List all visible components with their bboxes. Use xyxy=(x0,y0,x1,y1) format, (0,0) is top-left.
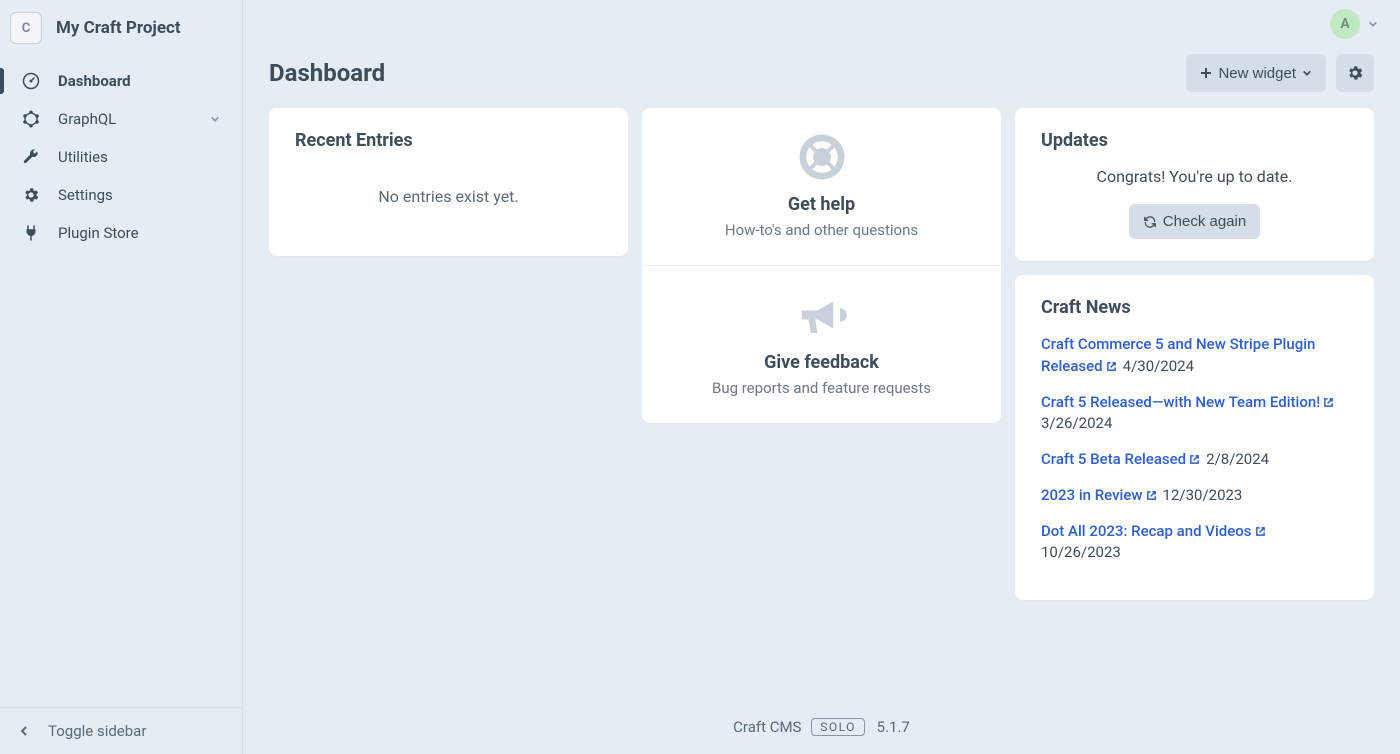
sidebar-item-utilities[interactable]: Utilities xyxy=(0,138,242,176)
life-ring-icon xyxy=(668,130,975,184)
get-help-section[interactable]: Get help How-to's and other questions xyxy=(642,108,1001,265)
news-item: Craft 5 Released—with New Team Edition! 3… xyxy=(1041,392,1348,436)
news-link[interactable]: Dot All 2023: Recap and Videos xyxy=(1041,522,1252,540)
wrench-icon xyxy=(22,148,40,166)
news-link[interactable]: 2023 in Review xyxy=(1041,486,1143,504)
news-item: Craft 5 Beta Released 2/8/2024 xyxy=(1041,449,1348,471)
sidebar-item-label: Utilities xyxy=(58,148,220,166)
plus-icon xyxy=(1200,67,1212,79)
external-link-icon xyxy=(1323,397,1334,408)
project-title: My Craft Project xyxy=(56,18,181,38)
updates-widget: Updates Congrats! You're up to date. Che… xyxy=(1015,108,1374,261)
news-link[interactable]: Craft 5 Released—with New Team Edition! xyxy=(1041,393,1320,411)
recent-entries-title: Recent Entries xyxy=(295,130,602,151)
refresh-icon xyxy=(1143,215,1157,229)
megaphone-icon xyxy=(668,288,975,342)
footer: Craft CMS SOLO 5.1.7 xyxy=(243,718,1400,736)
news-date: 10/26/2023 xyxy=(1041,543,1121,561)
updates-status-text: Congrats! You're up to date. xyxy=(1041,167,1348,186)
chevron-down-icon xyxy=(210,114,220,124)
widgets-col-2: Get help How-to's and other questions Gi… xyxy=(642,108,1001,600)
footer-version: 5.1.7 xyxy=(877,718,910,736)
sidebar-item-settings[interactable]: Settings xyxy=(0,176,242,214)
widgets-col-3: Updates Congrats! You're up to date. Che… xyxy=(1015,108,1374,600)
craft-news-title: Craft News xyxy=(1041,297,1348,318)
gear-icon xyxy=(1346,64,1364,82)
new-widget-label: New widget xyxy=(1218,65,1296,82)
plug-icon xyxy=(22,224,40,242)
sidebar-item-label: GraphQL xyxy=(58,110,192,128)
sidebar-item-plugin-store[interactable]: Plugin Store xyxy=(0,214,242,252)
check-again-label: Check again xyxy=(1163,213,1246,230)
sidebar-item-label: Plugin Store xyxy=(58,224,220,242)
external-link-icon xyxy=(1189,454,1200,465)
sidebar-item-dashboard[interactable]: Dashboard xyxy=(0,62,242,100)
chevron-left-icon xyxy=(18,725,30,737)
news-item: 2023 in Review 12/30/2023 xyxy=(1041,485,1348,507)
sidebar-nav: Dashboard GraphQL Utilities xyxy=(0,56,242,707)
news-date: 12/30/2023 xyxy=(1163,486,1243,504)
topbar: A xyxy=(243,0,1400,48)
new-widget-button[interactable]: New widget xyxy=(1186,54,1326,92)
news-link[interactable]: Craft 5 Beta Released xyxy=(1041,450,1186,468)
avatar: A xyxy=(1330,9,1360,39)
check-again-button[interactable]: Check again xyxy=(1129,204,1260,239)
support-widget: Get help How-to's and other questions Gi… xyxy=(642,108,1001,423)
header-actions: New widget xyxy=(1186,54,1374,92)
news-date: 4/30/2024 xyxy=(1123,357,1194,375)
widgets-grid: Recent Entries No entries exist yet. Get… xyxy=(243,108,1400,600)
sidebar-item-label: Settings xyxy=(58,186,220,204)
craft-news-widget: Craft News Craft Commerce 5 and New Stri… xyxy=(1015,275,1374,600)
get-help-sub: How-to's and other questions xyxy=(668,221,975,239)
give-feedback-section[interactable]: Give feedback Bug reports and feature re… xyxy=(642,265,1001,423)
external-link-icon xyxy=(1146,490,1157,501)
page-header: Dashboard New widget xyxy=(243,48,1400,108)
recent-entries-empty: No entries exist yet. xyxy=(295,167,602,234)
sidebar: C My Craft Project Dashboard GraphQL xyxy=(0,0,243,754)
logo-box[interactable]: C xyxy=(10,12,42,44)
news-date: 2/8/2024 xyxy=(1206,450,1269,468)
get-help-title: Get help xyxy=(668,194,975,215)
graphql-icon xyxy=(22,110,40,128)
gear-icon xyxy=(22,186,40,204)
news-date: 3/26/2024 xyxy=(1041,414,1112,432)
sidebar-item-graphql[interactable]: GraphQL xyxy=(0,100,242,138)
sidebar-header: C My Craft Project xyxy=(0,0,242,56)
dashboard-settings-button[interactable] xyxy=(1336,54,1374,92)
external-link-icon xyxy=(1106,361,1117,372)
edition-badge[interactable]: SOLO xyxy=(811,718,865,736)
page-title: Dashboard xyxy=(269,59,1186,87)
toggle-sidebar-button[interactable]: Toggle sidebar xyxy=(0,707,242,754)
recent-entries-widget: Recent Entries No entries exist yet. xyxy=(269,108,628,256)
news-item: Dot All 2023: Recap and Videos 10/26/2023 xyxy=(1041,521,1348,565)
toggle-sidebar-label: Toggle sidebar xyxy=(48,722,146,740)
give-feedback-title: Give feedback xyxy=(668,352,975,373)
external-link-icon xyxy=(1255,526,1266,537)
chevron-down-icon xyxy=(1302,68,1312,78)
user-menu[interactable]: A xyxy=(1330,9,1378,39)
sidebar-item-label: Dashboard xyxy=(58,72,220,90)
main: A Dashboard New widget xyxy=(243,0,1400,754)
footer-product: Craft CMS xyxy=(733,718,801,736)
give-feedback-sub: Bug reports and feature requests xyxy=(668,379,975,397)
chevron-down-icon xyxy=(1368,19,1378,29)
gauge-icon xyxy=(22,72,40,90)
updates-title: Updates xyxy=(1041,130,1348,151)
news-item: Craft Commerce 5 and New Stripe Plugin R… xyxy=(1041,334,1348,378)
widgets-col-1: Recent Entries No entries exist yet. xyxy=(269,108,628,600)
